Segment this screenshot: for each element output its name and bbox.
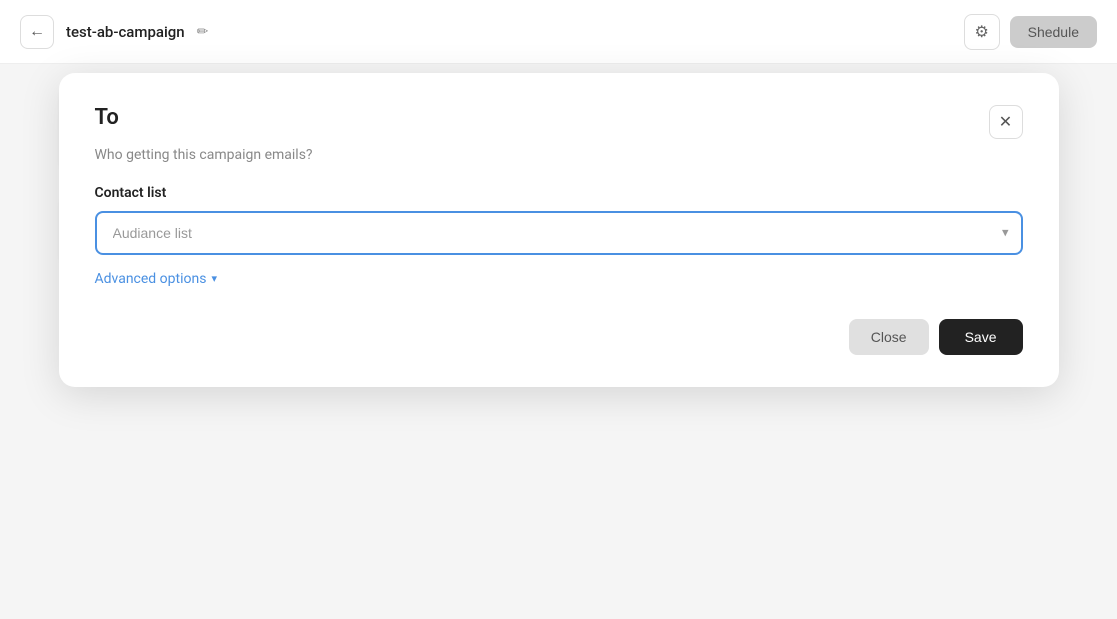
contact-list-select[interactable]: Audiance list (95, 211, 1023, 255)
header: ← test-ab-campaign ✏ ⚙ Shedule (0, 0, 1117, 64)
header-right: ⚙ Shedule (964, 14, 1097, 50)
modal-subtitle: Who getting this campaign emails? (95, 147, 1023, 163)
select-wrapper: Audiance list ▾ (95, 211, 1023, 255)
advanced-options-chevron-icon: ▾ (211, 272, 217, 285)
modal-header: To ✕ (95, 105, 1023, 139)
gear-icon: ⚙ (974, 22, 988, 42)
edit-campaign-icon[interactable]: ✏ (197, 24, 209, 40)
advanced-options-toggle[interactable]: Advanced options ▾ (95, 271, 217, 287)
header-left: ← test-ab-campaign ✏ (20, 15, 208, 49)
close-icon: ✕ (999, 112, 1012, 132)
back-button[interactable]: ← (20, 15, 54, 49)
save-button[interactable]: Save (939, 319, 1023, 355)
campaign-title: test-ab-campaign (66, 23, 185, 41)
main-content: ✓ From Mailatmars email@mailatmars.com E… (0, 64, 1117, 395)
to-modal: To ✕ Who getting this campaign emails? C… (59, 73, 1059, 387)
schedule-button[interactable]: Shedule (1010, 16, 1097, 48)
close-action-button[interactable]: Close (849, 319, 929, 355)
modal-title: To (95, 105, 119, 130)
contact-list-label: Contact list (95, 185, 1023, 201)
modal-actions: Close Save (95, 319, 1023, 355)
modal-close-button[interactable]: ✕ (989, 105, 1023, 139)
settings-button[interactable]: ⚙ (964, 14, 1000, 50)
back-icon: ← (29, 23, 45, 41)
modal-overlay: To ✕ Who getting this campaign emails? C… (0, 64, 1117, 395)
advanced-options-label: Advanced options (95, 271, 207, 287)
